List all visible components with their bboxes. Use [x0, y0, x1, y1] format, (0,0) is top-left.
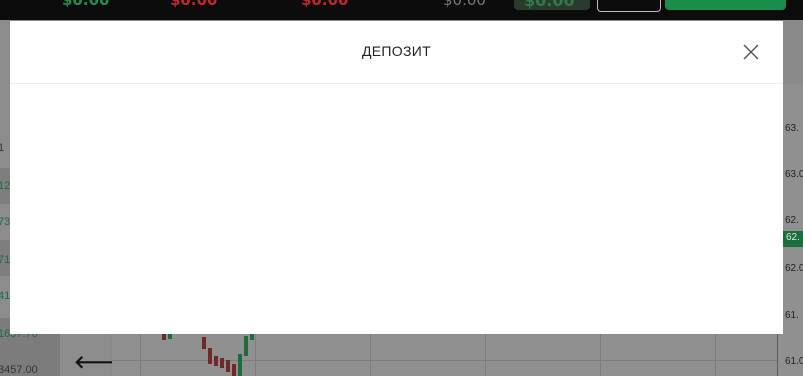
- grid-line: [715, 334, 716, 376]
- candle: [220, 358, 224, 368]
- candle: [202, 337, 206, 349]
- deposit-button[interactable]: [665, 0, 786, 10]
- grid-line: [370, 334, 371, 376]
- current-price-label: 62.: [783, 231, 803, 247]
- grid-line: [600, 334, 601, 376]
- close-icon: [743, 44, 759, 60]
- withdraw-button[interactable]: [597, 0, 661, 12]
- grid-line: [485, 334, 486, 376]
- stat-value-2: $0.00: [170, 0, 218, 9]
- balance-badge: $0.00: [514, 0, 590, 10]
- list-item: 121: [0, 168, 16, 204]
- candle: [168, 334, 172, 339]
- list-item: 41: [0, 290, 11, 302]
- list-item: 73: [0, 216, 11, 228]
- account-stats-bar: $0.00 $0.00 $0.00 $0.00 $0.00: [0, 0, 803, 20]
- deposit-modal: ДЕПОЗИТ: [10, 21, 783, 334]
- close-button[interactable]: [740, 41, 762, 63]
- candle: [232, 364, 236, 376]
- grid-line: [255, 334, 256, 376]
- grid-line: [140, 334, 141, 376]
- modal-title: ДЕПОЗИТ: [362, 43, 431, 59]
- list-item: 1: [0, 142, 5, 154]
- order-book-total: 3457.00: [0, 364, 38, 376]
- modal-body: [10, 84, 783, 334]
- candle: [162, 334, 166, 340]
- candle: [250, 334, 254, 340]
- candle: [208, 348, 212, 364]
- stat-value-1: $0.00: [62, 0, 110, 9]
- balance-value: $0.00: [524, 0, 575, 10]
- candle: [244, 336, 248, 356]
- price-chart[interactable]: [112, 334, 777, 376]
- stat-value-3: $0.00: [301, 0, 349, 9]
- candle: [214, 356, 218, 366]
- candle: [238, 354, 242, 376]
- candle: [226, 360, 230, 372]
- modal-header: ДЕПОЗИТ: [10, 21, 783, 84]
- list-item: 71: [0, 240, 10, 276]
- stat-value-4: $0.00: [443, 0, 486, 9]
